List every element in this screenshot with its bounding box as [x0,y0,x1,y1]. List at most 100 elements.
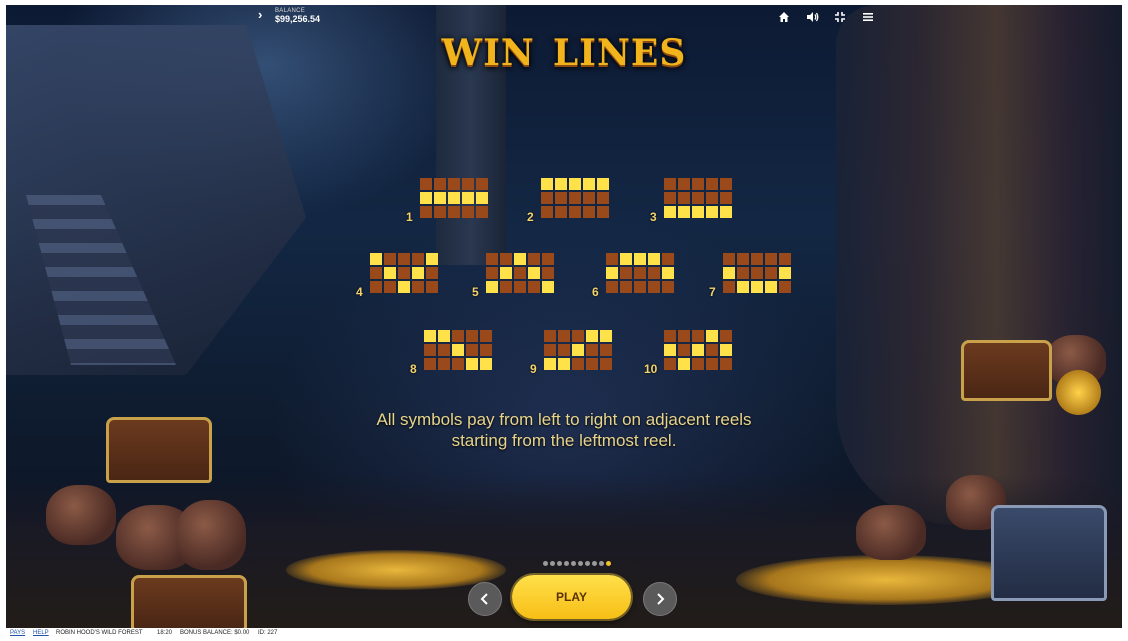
win-lines-grid: 1 2 3 4 5 6 7 8 9 10 [0,0,1128,641]
win-line-number: 10 [644,362,658,376]
payline-cell [438,358,450,370]
payline-cell [480,344,492,356]
page-dot[interactable] [557,561,562,566]
payline-cell [434,178,446,190]
payline-cell [528,253,540,265]
page-dot[interactable] [564,561,569,566]
win-line-pattern [541,178,609,218]
payline-cell [544,330,556,342]
page-dot[interactable] [543,561,548,566]
page-dot[interactable] [571,561,576,566]
payline-cell [737,253,749,265]
payline-cell [586,344,598,356]
win-line-10: 10 [644,330,732,376]
payline-cell [751,253,763,265]
payline-cell-active [692,206,704,218]
payline-cell [370,267,382,279]
help-link[interactable]: HELP [33,630,49,636]
paytable-description: All symbols pay from left to right on ad… [0,409,1128,451]
clock: 18:20 [157,630,173,636]
payline-cell-active [779,267,791,279]
payline-cell [384,253,396,265]
next-page-button[interactable] [643,582,677,616]
payline-cell-active [765,281,777,293]
win-line-number: 2 [527,210,534,224]
win-line-pattern [424,330,492,370]
payline-cell-active [583,178,595,190]
payline-cell-active [542,281,554,293]
win-line-number: 3 [650,210,657,224]
payline-cell-active [466,358,478,370]
payline-cell [706,344,718,356]
page-dot[interactable] [578,561,583,566]
win-line-8: 8 [410,330,492,376]
win-line-number: 4 [356,285,363,299]
win-line-2: 2 [527,178,609,224]
payline-cell-active [606,267,618,279]
page-dot[interactable] [550,561,555,566]
payline-cell [706,192,718,204]
payline-cell [597,206,609,218]
page-dot[interactable] [592,561,597,566]
payline-cell [720,358,732,370]
win-line-pattern [420,178,488,218]
payline-cell-active [662,267,674,279]
payline-cell [692,192,704,204]
payline-cell [664,358,676,370]
pays-link[interactable]: PAYS [10,630,25,636]
payline-cell [720,178,732,190]
payline-cell-active [462,192,474,204]
payline-cell [558,330,570,342]
payline-cell [606,253,618,265]
payline-cell-active [448,192,460,204]
payline-cell [542,253,554,265]
session-id: ID: 227 [258,630,278,636]
page-dot[interactable] [606,561,611,566]
win-line-9: 9 [530,330,612,376]
payline-cell [706,358,718,370]
payline-cell [779,281,791,293]
previous-page-button[interactable] [468,582,502,616]
payline-cell-active [541,178,553,190]
payline-cell-active [426,253,438,265]
payline-cell-active [706,206,718,218]
payline-cell [720,192,732,204]
payline-cell [500,281,512,293]
payline-cell [544,344,556,356]
payline-cell [765,267,777,279]
payline-cell [438,344,450,356]
payline-cell [462,178,474,190]
payline-cell [678,344,690,356]
payline-cell [398,253,410,265]
payline-cell-active [544,358,556,370]
payline-cell [466,344,478,356]
page-dot[interactable] [599,561,604,566]
payline-cell [486,267,498,279]
payline-cell [583,206,595,218]
win-line-number: 8 [410,362,417,376]
page-dot[interactable] [585,561,590,566]
payline-cell-active [648,253,660,265]
payline-cell-active [720,344,732,356]
payline-cell [476,178,488,190]
payline-cell-active [678,206,690,218]
payline-cell [398,267,410,279]
payline-cell [558,344,570,356]
payline-cell [541,192,553,204]
payline-cell [514,267,526,279]
payline-cell-active [438,330,450,342]
payline-cell-active [555,178,567,190]
payline-cell [384,281,396,293]
win-line-pattern [370,253,438,293]
payline-cell-active [528,267,540,279]
payline-cell-active [452,344,464,356]
payline-cell [424,344,436,356]
payline-cell-active [514,253,526,265]
payline-cell [720,330,732,342]
payline-cell [569,192,581,204]
payline-cell-active [434,192,446,204]
play-button[interactable]: PLAY [512,575,631,619]
payline-cell [572,358,584,370]
payline-cell-active [737,281,749,293]
payline-cell-active [706,330,718,342]
